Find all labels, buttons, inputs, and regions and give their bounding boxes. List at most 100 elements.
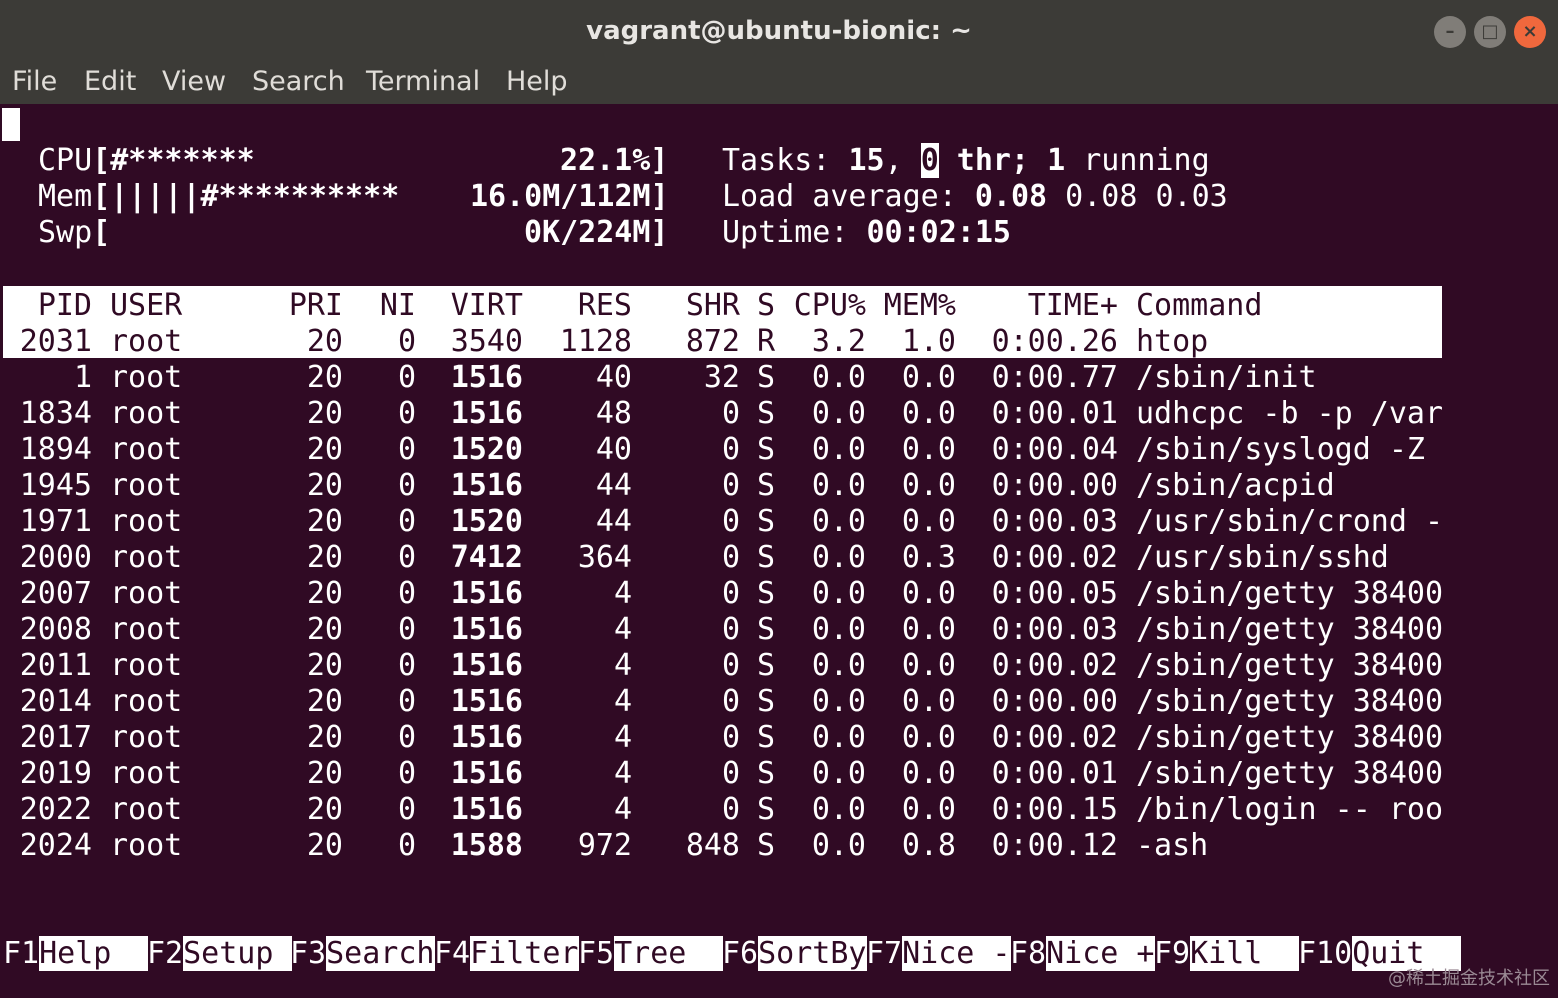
cell-time: 0:00.04 xyxy=(991,432,1118,467)
table-row[interactable]: 2017 root 20 0 1516 4 0 S 0.0 0.0 0:00.02/sbin/get… xyxy=(0,720,1558,756)
fkey-label: Nice + xyxy=(1046,936,1155,971)
cell-time: 0:00.02 xyxy=(991,720,1118,755)
cell-user: root xyxy=(110,396,183,431)
fkey-nice[interactable]: F7Nice - xyxy=(866,936,1011,972)
table-row[interactable]: 2007 root 20 0 1516 4 0 S 0.0 0.0 0:00.05/sbin/get… xyxy=(0,576,1558,612)
cell-time: 0:00.15 xyxy=(991,792,1118,827)
menu-view[interactable]: View xyxy=(162,62,226,104)
table-row[interactable]: 2022 root 20 0 1516 4 0 S 0.0 0.0 0:00.15/bin/logi… xyxy=(0,792,1558,828)
cell-state: S xyxy=(757,792,776,827)
cell-pid: 2008 xyxy=(19,612,92,647)
cell-state: S xyxy=(757,504,776,539)
fkey-kill[interactable]: F9Kill xyxy=(1154,936,1299,972)
cell-res: 4 xyxy=(613,792,632,827)
cell-pid: 2014 xyxy=(19,684,92,719)
cell-mem: 0.0 xyxy=(901,756,956,791)
cell-pri: 20 xyxy=(306,432,343,467)
cell-time: 0:00.00 xyxy=(991,684,1118,719)
col-header-ni: NI xyxy=(379,288,416,323)
load-1: 0.08 xyxy=(974,179,1048,214)
cell-cpu: 3.2 xyxy=(811,324,866,359)
menu-terminal[interactable]: Terminal xyxy=(366,62,480,104)
cell-res: 4 xyxy=(613,684,632,719)
mem-value: 16.0M/112M] xyxy=(470,179,669,214)
cell-ni: 0 xyxy=(397,720,416,755)
cell-virt: 1588 xyxy=(450,828,523,863)
cell-cpu: 0.0 xyxy=(811,396,866,431)
col-header-cpu: CPU% xyxy=(793,288,866,323)
table-row[interactable]: 1894 root 20 0 1520 40 0 S 0.0 0.0 0:00.04/sbin/sy… xyxy=(0,432,1558,468)
menu-file[interactable]: File xyxy=(12,62,57,104)
cell-virt: 1516 xyxy=(450,612,523,647)
table-row[interactable]: 2000 root 20 0 7412 364 0 S 0.0 0.3 0:00.02/usr/sb… xyxy=(0,540,1558,576)
table-row[interactable]: 2014 root 20 0 1516 4 0 S 0.0 0.0 0:00.00/sbin/get… xyxy=(0,684,1558,720)
fkey-number: F7 xyxy=(866,936,903,971)
table-row[interactable]: 2024 root 20 0 1588 972 848 S 0.0 0.8 0:00.12 -ash xyxy=(0,828,1558,864)
fkey-label: Help xyxy=(39,936,148,971)
fkey-nice[interactable]: F8Nice + xyxy=(1010,936,1155,972)
menu-search[interactable]: Search xyxy=(252,62,345,104)
fkey-number: F10 xyxy=(1298,936,1353,971)
function-key-bar: F1Help F2Setup F3Search F4Filter F5Tree F6… xyxy=(0,936,1558,972)
fkey-sortby[interactable]: F6SortBy xyxy=(722,936,867,972)
uptime-line: Uptime: 00:02:15 xyxy=(722,215,1011,251)
table-row[interactable]: 1 root 20 0 1516 40 32 S 0.0 0.0 0:00.77/sbin/init xyxy=(0,360,1558,396)
fkey-filter[interactable]: F4Filter xyxy=(434,936,579,972)
table-row[interactable]: 2019 root 20 0 1516 4 0 S 0.0 0.0 0:00.01/sbin/get… xyxy=(0,756,1558,792)
table-row[interactable]: 2011 root 20 0 1516 4 0 S 0.0 0.0 0:00.02/sbin/get… xyxy=(0,648,1558,684)
cell-cpu: 0.0 xyxy=(811,360,866,395)
cell-user: root xyxy=(110,324,183,359)
cell-mem: 0.0 xyxy=(901,360,956,395)
cell-shr: 0 xyxy=(721,756,740,791)
cpu-value: 22.1%] xyxy=(560,143,669,178)
maximize-button[interactable]: □ xyxy=(1474,16,1506,48)
cell-pid: 2024 xyxy=(19,828,92,863)
cell-pid: 1 xyxy=(73,360,92,395)
cell-state: S xyxy=(757,612,776,647)
mem-label: Mem xyxy=(38,179,93,214)
cell-cpu: 0.0 xyxy=(811,576,866,611)
cell-user: root xyxy=(110,432,183,467)
cell-res: 40 xyxy=(595,360,632,395)
table-row[interactable]: 1945 root 20 0 1516 44 0 S 0.0 0.0 0:00.00/sbin/ac… xyxy=(0,468,1558,504)
terminal-area[interactable]: CPU[#******* 22.1%] Mem[|||||#**********… xyxy=(0,104,1558,998)
menu-help[interactable]: Help xyxy=(506,62,568,104)
table-row[interactable]: 2008 root 20 0 1516 4 0 S 0.0 0.0 0:00.03/sbin/get… xyxy=(0,612,1558,648)
cpu-bar: [#******* xyxy=(92,143,255,178)
col-header-command: Command xyxy=(1136,288,1263,323)
cell-pid: 2007 xyxy=(19,576,92,611)
cell-virt: 7412 xyxy=(450,540,523,575)
cell-mem: 0.8 xyxy=(901,828,956,863)
mem-meter: Mem[|||||#********** xyxy=(38,179,399,215)
cpu-meter: CPU[#******* xyxy=(38,143,255,179)
table-row[interactable]: 1834 root 20 0 1516 48 0 S 0.0 0.0 0:00.01 udhcpc -… xyxy=(0,396,1558,432)
table-row-selected[interactable]: 2031 root 20 0 3540 1128 872 R 3.2 1.0 0:00.26 htop xyxy=(0,324,1558,360)
cell-pid: 1894 xyxy=(19,432,92,467)
cell-state: R xyxy=(757,324,776,359)
fkey-setup[interactable]: F2Setup xyxy=(147,936,292,972)
close-button[interactable]: × xyxy=(1514,16,1546,48)
cell-pri: 20 xyxy=(306,324,343,359)
cell-res: 44 xyxy=(595,468,632,503)
fkey-help[interactable]: F1Help xyxy=(3,936,148,972)
menu-edit[interactable]: Edit xyxy=(84,62,136,104)
cell-time: 0:00.00 xyxy=(991,468,1118,503)
cell-virt: 1516 xyxy=(450,468,523,503)
cell-shr: 32 xyxy=(703,360,740,395)
cell-shr: 0 xyxy=(721,432,740,467)
cell-ni: 0 xyxy=(397,396,416,431)
cell-shr: 0 xyxy=(721,576,740,611)
cell-pid: 2031 xyxy=(19,324,92,359)
uptime-label: Uptime: xyxy=(722,215,867,250)
cell-mem: 0.0 xyxy=(901,648,956,683)
cell-mem: 1.0 xyxy=(901,324,956,359)
cell-command: udhcpc -b -p /var xyxy=(1136,396,1444,431)
cell-cpu: 0.0 xyxy=(811,504,866,539)
fkey-number: F8 xyxy=(1010,936,1047,971)
cell-mem: 0.0 xyxy=(901,432,956,467)
table-row[interactable]: 1971 root 20 0 1520 44 0 S 0.0 0.0 0:00.03/usr/sbi… xyxy=(0,504,1558,540)
fkey-search[interactable]: F3Search xyxy=(290,936,435,972)
fkey-tree[interactable]: F5Tree xyxy=(578,936,723,972)
cell-user: root xyxy=(110,720,183,755)
minimize-button[interactable]: – xyxy=(1434,16,1466,48)
